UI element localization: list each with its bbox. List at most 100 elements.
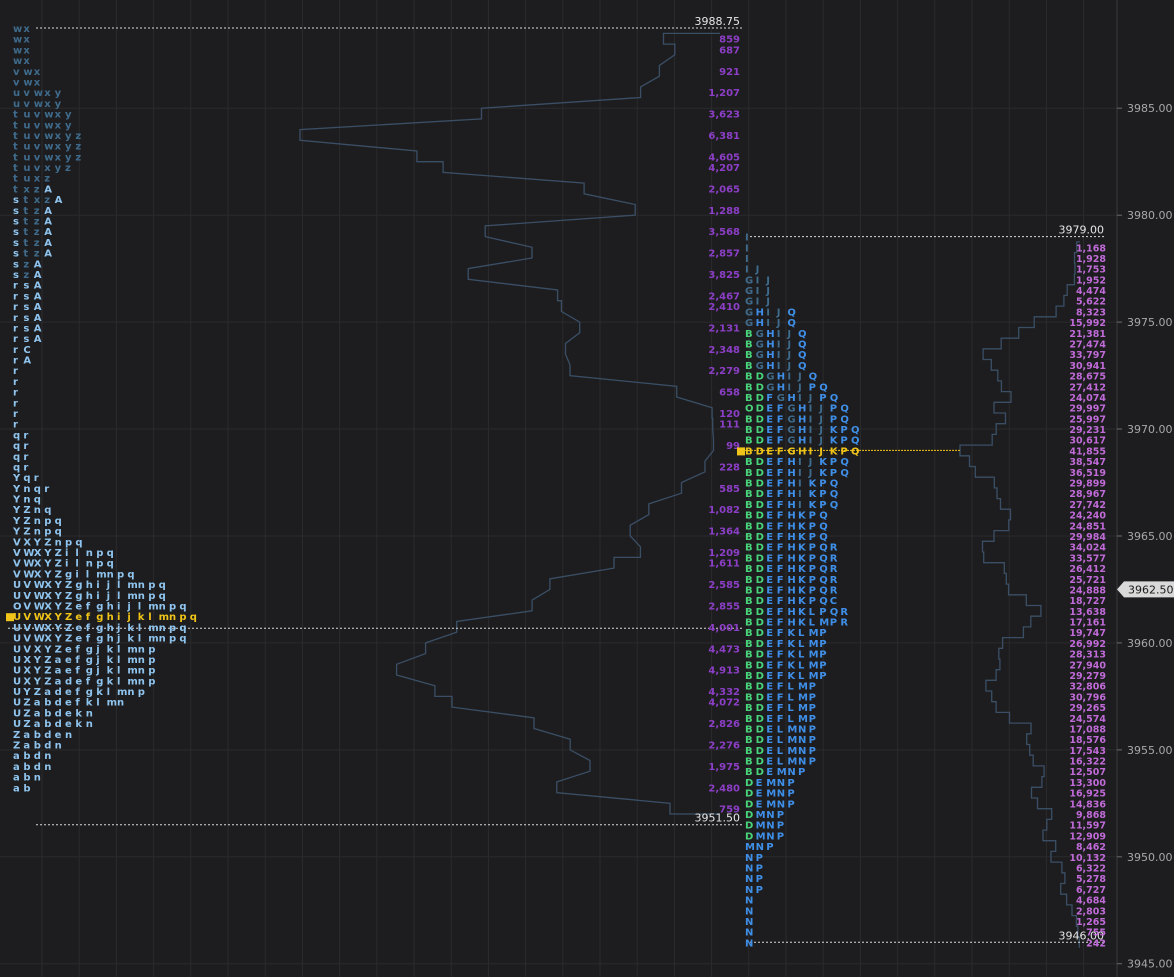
volume-label: 5,622 [1076, 297, 1106, 308]
volume-label: 11,597 [1069, 821, 1106, 832]
volume-label: 17,161 [1069, 618, 1106, 629]
volume-label: 3,568 [708, 227, 740, 238]
volume-label: 658 [719, 388, 740, 399]
volume-label: 4,605 [708, 152, 740, 163]
volume-label: 4,473 [708, 644, 740, 655]
volume-label: 6,381 [708, 131, 740, 142]
volume-label: 30,941 [1069, 361, 1106, 372]
tpo-row: N [745, 928, 753, 939]
tpo-row: r [13, 388, 18, 399]
tpo-row: BDEFHIKPQ [745, 479, 838, 490]
volume-label: 4,072 [708, 698, 740, 709]
volume-label: 24,074 [1069, 393, 1106, 404]
tpo-row: I [745, 243, 749, 254]
volume-label: 111 [719, 420, 740, 431]
tpo-row: YZnpq [12, 527, 62, 538]
tpo-row: rsA [13, 281, 42, 292]
volume-label: 859 [719, 35, 740, 46]
tpo-row: wx [13, 45, 30, 56]
tpo-row: N [745, 917, 753, 928]
tpo-row: BDEFHIKPQ [745, 489, 838, 500]
tpo-row: U Za b d e f k l mn [13, 698, 125, 709]
tpo-row: szA [13, 270, 42, 281]
y-tick-label: 3950.00 [1127, 851, 1173, 864]
volume-label: 33,577 [1069, 553, 1106, 564]
tpo-row: v wx [13, 67, 41, 78]
volume-label: 585 [719, 484, 740, 495]
tpo-row: r [13, 420, 18, 431]
volume-label: 8,462 [1076, 842, 1106, 853]
volume-label: 2,826 [708, 719, 740, 730]
volume-label: 29,265 [1069, 703, 1106, 714]
volume-label: 1,364 [708, 527, 740, 538]
tpo-row: D E MN P [745, 789, 795, 800]
tpo-row: r [13, 366, 18, 377]
tpo-row: t u v wx y z [13, 131, 82, 142]
tpo-row: U V WX Y Ze f g h j k l mn p q [13, 634, 187, 645]
volume-label: 17,088 [1069, 725, 1106, 736]
volume-label: 1,753 [1076, 265, 1106, 276]
y-tick-label: 3955.00 [1127, 744, 1173, 757]
volume-label: 26,992 [1069, 639, 1106, 650]
volume-label: 2,585 [708, 580, 740, 591]
volume-label: 1,207 [708, 88, 740, 99]
tpo-row: D E MN P [745, 778, 795, 789]
y-tick-label: 3975.00 [1127, 316, 1173, 329]
tpo-row: B D E F L MP [745, 692, 816, 703]
volume-label: 13,300 [1069, 778, 1106, 789]
volume-label: 24,851 [1069, 521, 1106, 532]
volume-label: 2,855 [708, 602, 740, 613]
tpo-row: Ynq [12, 495, 41, 506]
volume-label: 12,909 [1069, 831, 1106, 842]
tpo-row: B D E L MN P [745, 735, 816, 746]
y-tick-label: 3960.00 [1127, 637, 1173, 650]
volume-label: 4,913 [708, 666, 740, 677]
tpo-row: D MN P [745, 821, 784, 832]
volume-label: 18,576 [1069, 735, 1106, 746]
volume-label: 6,727 [1076, 885, 1106, 896]
volume-label: 1,975 [708, 762, 740, 773]
tpo-row: u v wx y [13, 88, 62, 99]
volume-label: 19,747 [1069, 628, 1106, 639]
volume-label: 24,240 [1069, 511, 1106, 522]
level-label: 3979.00 [1059, 224, 1105, 237]
tpo-row: U V WX Y Ze f g h j k l mn p q [13, 623, 187, 634]
volume-label: 2,410 [708, 302, 740, 313]
market-profile-chart[interactable]: 3988.753951.503979.003946.00 wxwxwxwxv wx… [0, 0, 1174, 977]
tpo-row: BDEFHKPQR [745, 543, 838, 554]
tpo-row: U V WX Y Zg h i j l mn p q [13, 591, 166, 602]
y-tick-label: 3945.00 [1127, 958, 1173, 971]
tpo-row: D MN P [745, 810, 784, 821]
volume-label: 759 [719, 805, 740, 816]
volume-label: 27,940 [1069, 660, 1106, 671]
volume-label: 26,412 [1069, 564, 1106, 575]
volume-label: 12,507 [1069, 767, 1106, 778]
volume-label: 687 [719, 45, 740, 56]
tpo-row: BDEFHKPQR [745, 585, 838, 596]
tpo-row: t u v wx y z [13, 142, 82, 153]
tpo-row: BDEFHKPQC [745, 596, 837, 607]
tpo-row: t u v wx y z [13, 152, 82, 163]
volume-label: 1,611 [708, 559, 740, 570]
poc-marker [737, 447, 745, 456]
volume-label: 29,231 [1069, 425, 1106, 436]
volume-label: 2,480 [708, 783, 740, 794]
poc-marker [6, 613, 14, 622]
volume-label: 4,207 [708, 163, 740, 174]
volume-label: 8,323 [1076, 307, 1106, 318]
volume-label: 30,617 [1069, 436, 1106, 447]
volume-label: 120 [719, 409, 740, 420]
tpo-row: GIJ [745, 297, 770, 308]
volume-label: 16,322 [1069, 757, 1106, 768]
tpo-row: BDEFGHIJKPQ [745, 446, 860, 457]
tpo-row: rsA [13, 324, 42, 335]
volume-label: 2,131 [708, 324, 740, 335]
tpo-row: N [745, 938, 753, 949]
y-tick-label: 3965.00 [1127, 530, 1173, 543]
tpo-row: BDEFHKPQR [745, 575, 838, 586]
volume-label: 27,474 [1069, 340, 1106, 351]
volume-label: 21,381 [1069, 329, 1106, 340]
y-tick-label: 3980.00 [1127, 209, 1173, 222]
tpo-row: B D E F L MP [745, 703, 816, 714]
volume-label: 2,348 [708, 345, 740, 356]
